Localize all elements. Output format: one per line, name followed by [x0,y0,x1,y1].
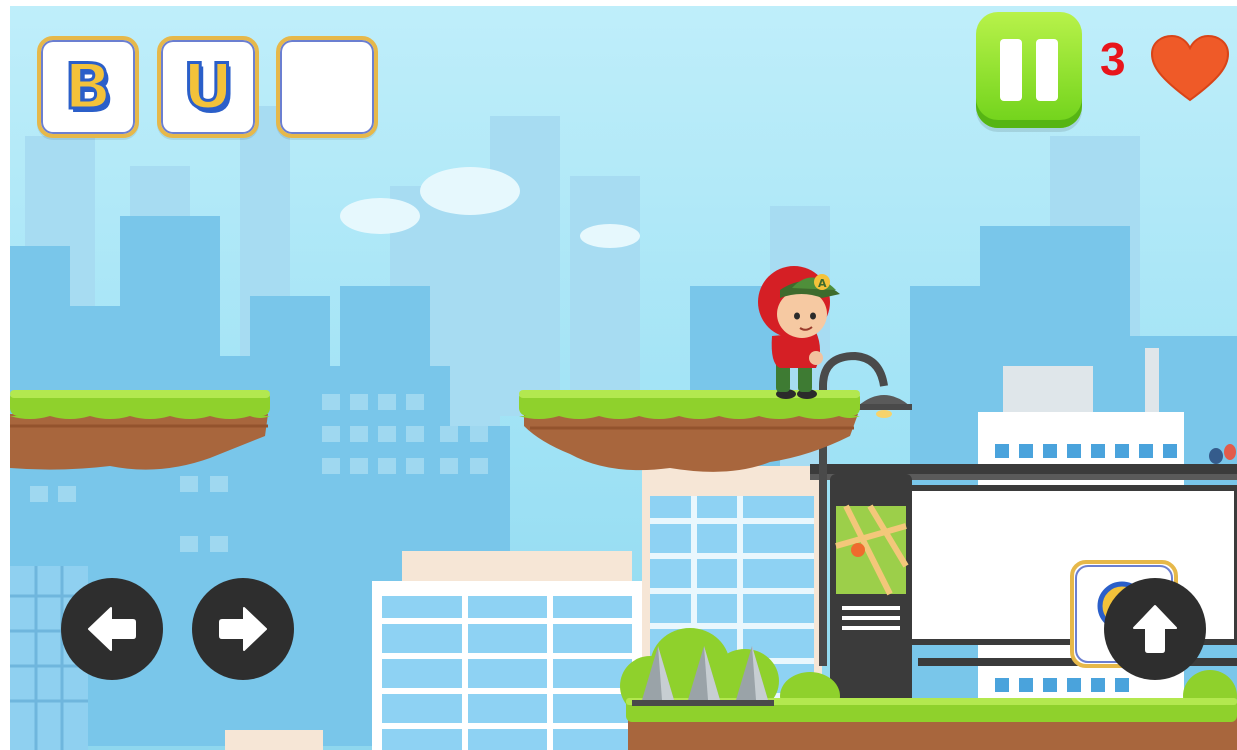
move-left-button[interactable] [61,578,163,680]
jump-button[interactable] [1104,578,1206,680]
game-stage: A B U 3 [10,6,1237,750]
letter-slot-3 [276,36,378,138]
arrow-left-icon [88,607,136,651]
letter-slot-2: U [157,36,259,138]
cap-letter: A [818,277,827,290]
pause-button[interactable] [976,12,1082,128]
arrow-up-icon [1133,605,1177,653]
letter-slot-1-letter: B [63,50,113,123]
move-right-button[interactable] [192,578,294,680]
letter-slot-2-letter: U [181,50,234,123]
pause-icon [1000,39,1022,101]
lives-count: 3 [1100,33,1126,85]
arrow-right-icon [219,607,267,651]
letter-slot-1: B [37,36,139,138]
heart-icon [1150,34,1230,102]
